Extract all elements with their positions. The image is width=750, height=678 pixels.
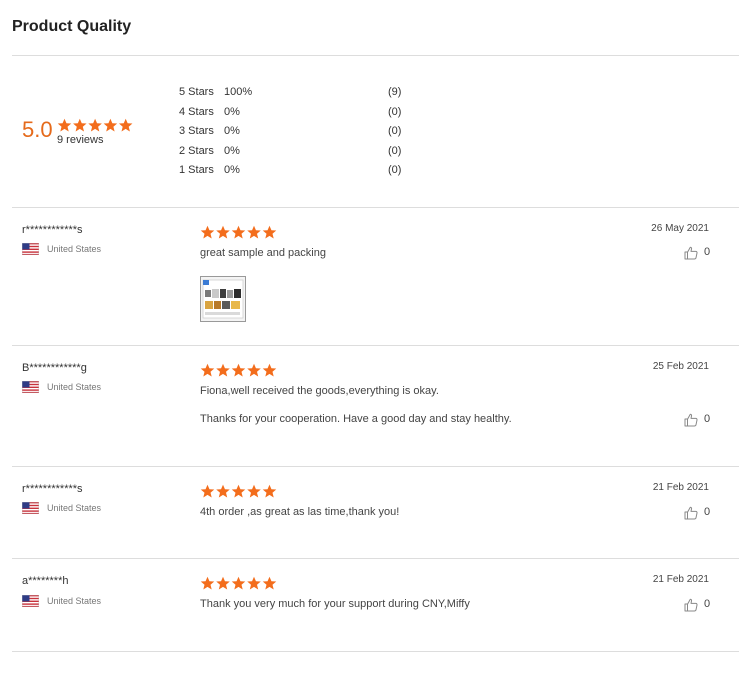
- like-button[interactable]: 0: [684, 598, 714, 614]
- star-icon: [216, 225, 230, 239]
- reviewer-country: United States: [47, 244, 102, 254]
- review-photo-thumbnail[interactable]: [200, 276, 246, 322]
- review-date: 21 Feb 2021: [652, 482, 709, 493]
- review-count: 9 reviews: [57, 134, 104, 146]
- rating-percent: 0%: [224, 125, 240, 137]
- divider: [12, 207, 739, 208]
- rating-percent: 0%: [224, 106, 240, 118]
- rating-label: 4 Stars: [179, 106, 214, 118]
- rating-label: 3 Stars: [179, 125, 214, 137]
- rating-label: 1 Stars: [179, 164, 214, 176]
- rating-percent: 100%: [224, 86, 253, 98]
- us-flag-icon: [22, 381, 39, 393]
- star-icon: [247, 225, 261, 239]
- reviewer-country: United States: [47, 596, 102, 606]
- rating-count: (0): [388, 145, 402, 157]
- like-button[interactable]: 0: [684, 246, 714, 262]
- star-icon: [262, 484, 277, 498]
- average-score: 5.0: [22, 117, 53, 142]
- star-icon: [262, 363, 277, 377]
- review-date: 21 Feb 2021: [652, 574, 709, 585]
- rating-row-1[interactable]: 1 Stars 0% (0): [179, 164, 409, 180]
- review-text: Thanks for your cooperation. Have a good…: [200, 413, 512, 425]
- review-stars: [200, 484, 277, 498]
- reviewer-name: B************g: [22, 362, 87, 374]
- us-flag-icon: [22, 243, 39, 255]
- reviewer-name: r************s: [22, 224, 83, 236]
- divider: [12, 651, 739, 652]
- divider: [12, 558, 739, 559]
- us-flag-icon: [22, 502, 39, 514]
- like-button[interactable]: 0: [684, 413, 714, 429]
- star-icon: [88, 118, 102, 132]
- thumbs-up-icon: [684, 246, 698, 260]
- star-icon: [216, 484, 230, 498]
- reviewer-country: United States: [47, 382, 102, 392]
- review-text: Thank you very much for your support dur…: [200, 598, 470, 610]
- star-icon: [231, 576, 246, 590]
- rating-count: (0): [388, 125, 402, 137]
- star-icon: [200, 225, 215, 239]
- star-icon: [231, 484, 246, 498]
- review-text: 4th order ,as great as las time,thank yo…: [200, 506, 400, 518]
- rating-label: 5 Stars: [179, 86, 214, 98]
- star-icon: [57, 118, 72, 132]
- review-date: 26 May 2021: [651, 223, 709, 234]
- star-icon: [262, 576, 277, 590]
- star-icon: [200, 484, 215, 498]
- thumbs-up-icon: [684, 598, 698, 612]
- like-count: 0: [704, 598, 711, 610]
- rating-count: (9): [388, 86, 402, 98]
- reviewer-name: r************s: [22, 483, 83, 495]
- star-icon: [200, 576, 215, 590]
- rating-count: (0): [388, 164, 402, 176]
- like-count: 0: [704, 506, 711, 518]
- star-icon: [103, 118, 118, 132]
- rating-percent: 0%: [224, 164, 240, 176]
- like-count: 0: [704, 246, 711, 258]
- star-icon: [231, 363, 246, 377]
- summary-stars: [57, 118, 133, 132]
- rating-row-5[interactable]: 5 Stars 100% (9): [179, 86, 409, 102]
- divider: [12, 55, 739, 56]
- reviewer-name: a********h: [22, 575, 69, 587]
- thumbs-up-icon: [684, 506, 698, 520]
- rating-percent: 0%: [224, 145, 240, 157]
- review-text: great sample and packing: [200, 247, 326, 259]
- like-count: 0: [704, 413, 711, 425]
- rating-row-2[interactable]: 2 Stars 0% (0): [179, 145, 409, 161]
- divider: [12, 466, 739, 467]
- star-icon: [247, 576, 261, 590]
- star-icon: [73, 118, 87, 132]
- star-icon: [216, 363, 230, 377]
- rating-label: 2 Stars: [179, 145, 214, 157]
- reviewer-country: United States: [47, 503, 102, 513]
- review-date: 25 Feb 2021: [652, 361, 709, 372]
- rating-count: (0): [388, 106, 402, 118]
- product-photo: [201, 277, 245, 321]
- us-flag-icon: [22, 595, 39, 607]
- star-icon: [118, 118, 133, 132]
- section-title: Product Quality: [12, 18, 132, 35]
- star-icon: [231, 225, 246, 239]
- star-icon: [216, 576, 230, 590]
- star-icon: [247, 363, 261, 377]
- divider: [12, 345, 739, 346]
- star-icon: [262, 225, 277, 239]
- review-stars: [200, 363, 277, 377]
- rating-row-3[interactable]: 3 Stars 0% (0): [179, 125, 409, 141]
- review-stars: [200, 576, 277, 590]
- thumbs-up-icon: [684, 413, 698, 427]
- star-icon: [200, 363, 215, 377]
- star-icon: [247, 484, 261, 498]
- like-button[interactable]: 0: [684, 506, 714, 522]
- review-stars: [200, 225, 277, 239]
- review-text: Fiona,well received the goods,everything…: [200, 385, 439, 397]
- rating-row-4[interactable]: 4 Stars 0% (0): [179, 106, 409, 122]
